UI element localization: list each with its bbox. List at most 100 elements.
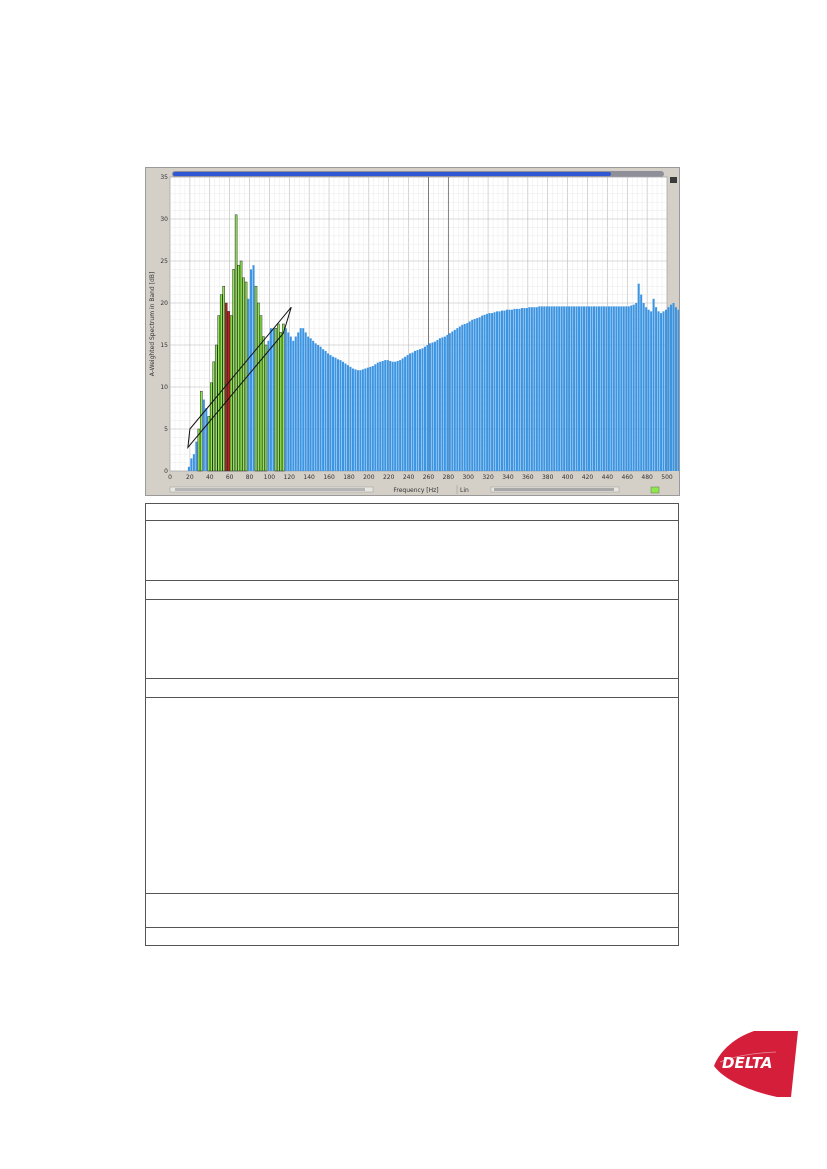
color-legend-swatch [650,486,660,494]
x-tick-label: 360 [522,474,534,481]
x-tick-label: 220 [383,474,395,481]
scrollbar-thumb-bottom-left[interactable] [175,488,365,491]
spectrum-bar-highlight [207,416,211,472]
spectrum-bar [617,306,620,471]
spectrum-bar [409,353,412,471]
spectrum-bar [468,321,471,471]
spectrum-bar-highlight [210,382,213,472]
spectrum-bar [334,357,337,471]
x-tick-label: 380 [542,474,554,481]
x-tick-label: 20 [186,474,194,481]
spectrum-bar [411,352,414,471]
spectrum-bar [302,328,305,471]
spectrum-bar [299,328,302,471]
spectrum-bar [394,361,397,471]
spectrum-bar [530,307,533,471]
spectrum-bar [384,360,387,471]
spectrum-bar [568,306,571,471]
spectrum-bar [548,306,551,471]
table-line [145,503,679,504]
spectrum-bar-highlight [257,302,260,472]
y-tick-label: 0 [164,468,168,475]
delta-logo-text: DELTA [722,1054,772,1072]
spectrum-bar [669,304,673,471]
spectrum-bar [612,306,615,471]
spectrum-bar [341,361,344,471]
spectrum-bar [518,308,521,471]
spectrum-bar [535,307,538,471]
spectrum-bar [510,309,513,471]
x-tick-label: 260 [423,474,435,481]
spectrum-bar [374,364,377,471]
table-line [145,599,679,600]
spectrum-bar [496,311,499,471]
spectrum-bar [396,360,399,471]
spectrum-bar [443,336,446,471]
spectrum-bar [503,310,506,471]
spectrum-bar [520,308,523,471]
spectrum-bar [250,269,253,471]
table-line [145,678,679,679]
spectrum-bar [528,307,531,471]
x-tick-label: 440 [602,474,614,481]
spectrum-bar-highlight [264,344,268,472]
spectrum-bar [667,307,670,471]
spectrum-bar [540,306,543,471]
spectrum-bar-peak [227,311,230,472]
x-tick-label: 500 [661,474,673,481]
spectrum-bar [650,311,653,471]
spectrum-bar [433,341,436,471]
spectrum-bar [508,309,511,471]
spectrum-bar [297,332,300,471]
table-line [145,697,679,698]
spectrum-bar [580,306,583,471]
spectrum-bar [456,328,459,471]
scrollbar-thumb-top[interactable] [173,172,611,176]
spectrum-bar [600,306,603,471]
spectrum-bar [642,303,645,471]
spectrum-bar-highlight [232,269,235,472]
spectrum-bar [674,307,677,471]
spectrum-bar [575,306,578,471]
spectrum-bar [587,306,591,471]
spectrum-bar [448,333,451,471]
spectrum-bar [625,306,628,471]
scrollbar-thumb-bottom-right[interactable] [494,488,614,491]
spectrum-bar [637,283,640,471]
spectrum-bar [190,458,193,471]
spectrum-bar [414,350,417,471]
x-tick-label: 40 [206,474,214,481]
spectrum-bar [366,367,369,471]
spectrum-bar-highlight [259,315,263,472]
x-axis-title: Frequency [Hz] [393,487,438,494]
spectrum-bar [481,315,484,471]
spectrum-bar [605,306,608,471]
spectrum-bar [610,306,613,471]
spectrum-bar [533,307,536,471]
spectrum-bar [399,360,402,471]
spectrum-bar [493,312,496,471]
spectrum-bar [404,356,407,471]
spectrum-bar-highlight [242,277,245,472]
x-tick-label: 240 [403,474,415,481]
spectrum-bar-highlight [237,264,240,472]
spectrum-bar [476,318,479,471]
spectrum-bar [458,326,461,471]
spectrum-bar [359,370,362,471]
scale-label[interactable]: Lin [460,487,469,494]
spectrum-bar [289,336,292,471]
spectrum-bar [501,310,504,471]
spectrum-bar [287,332,290,471]
spectrum-bar [627,306,630,471]
x-tick-label: 340 [502,474,514,481]
spectrum-bar [416,350,419,471]
spectrum-chart-frame: 0 20 40 60 80 100 120 140 160 180 200 220 240 260 280 3… [145,167,680,496]
spectrum-bar [505,309,509,471]
x-tick-label: 300 [462,474,474,481]
spectrum-bar [349,366,352,471]
spectrum-bar-highlight [277,323,280,472]
spectrum-bar [645,307,648,471]
spectrum-bar [672,303,675,471]
y-tick-label: 10 [160,384,168,391]
spectrum-bar [560,306,563,471]
